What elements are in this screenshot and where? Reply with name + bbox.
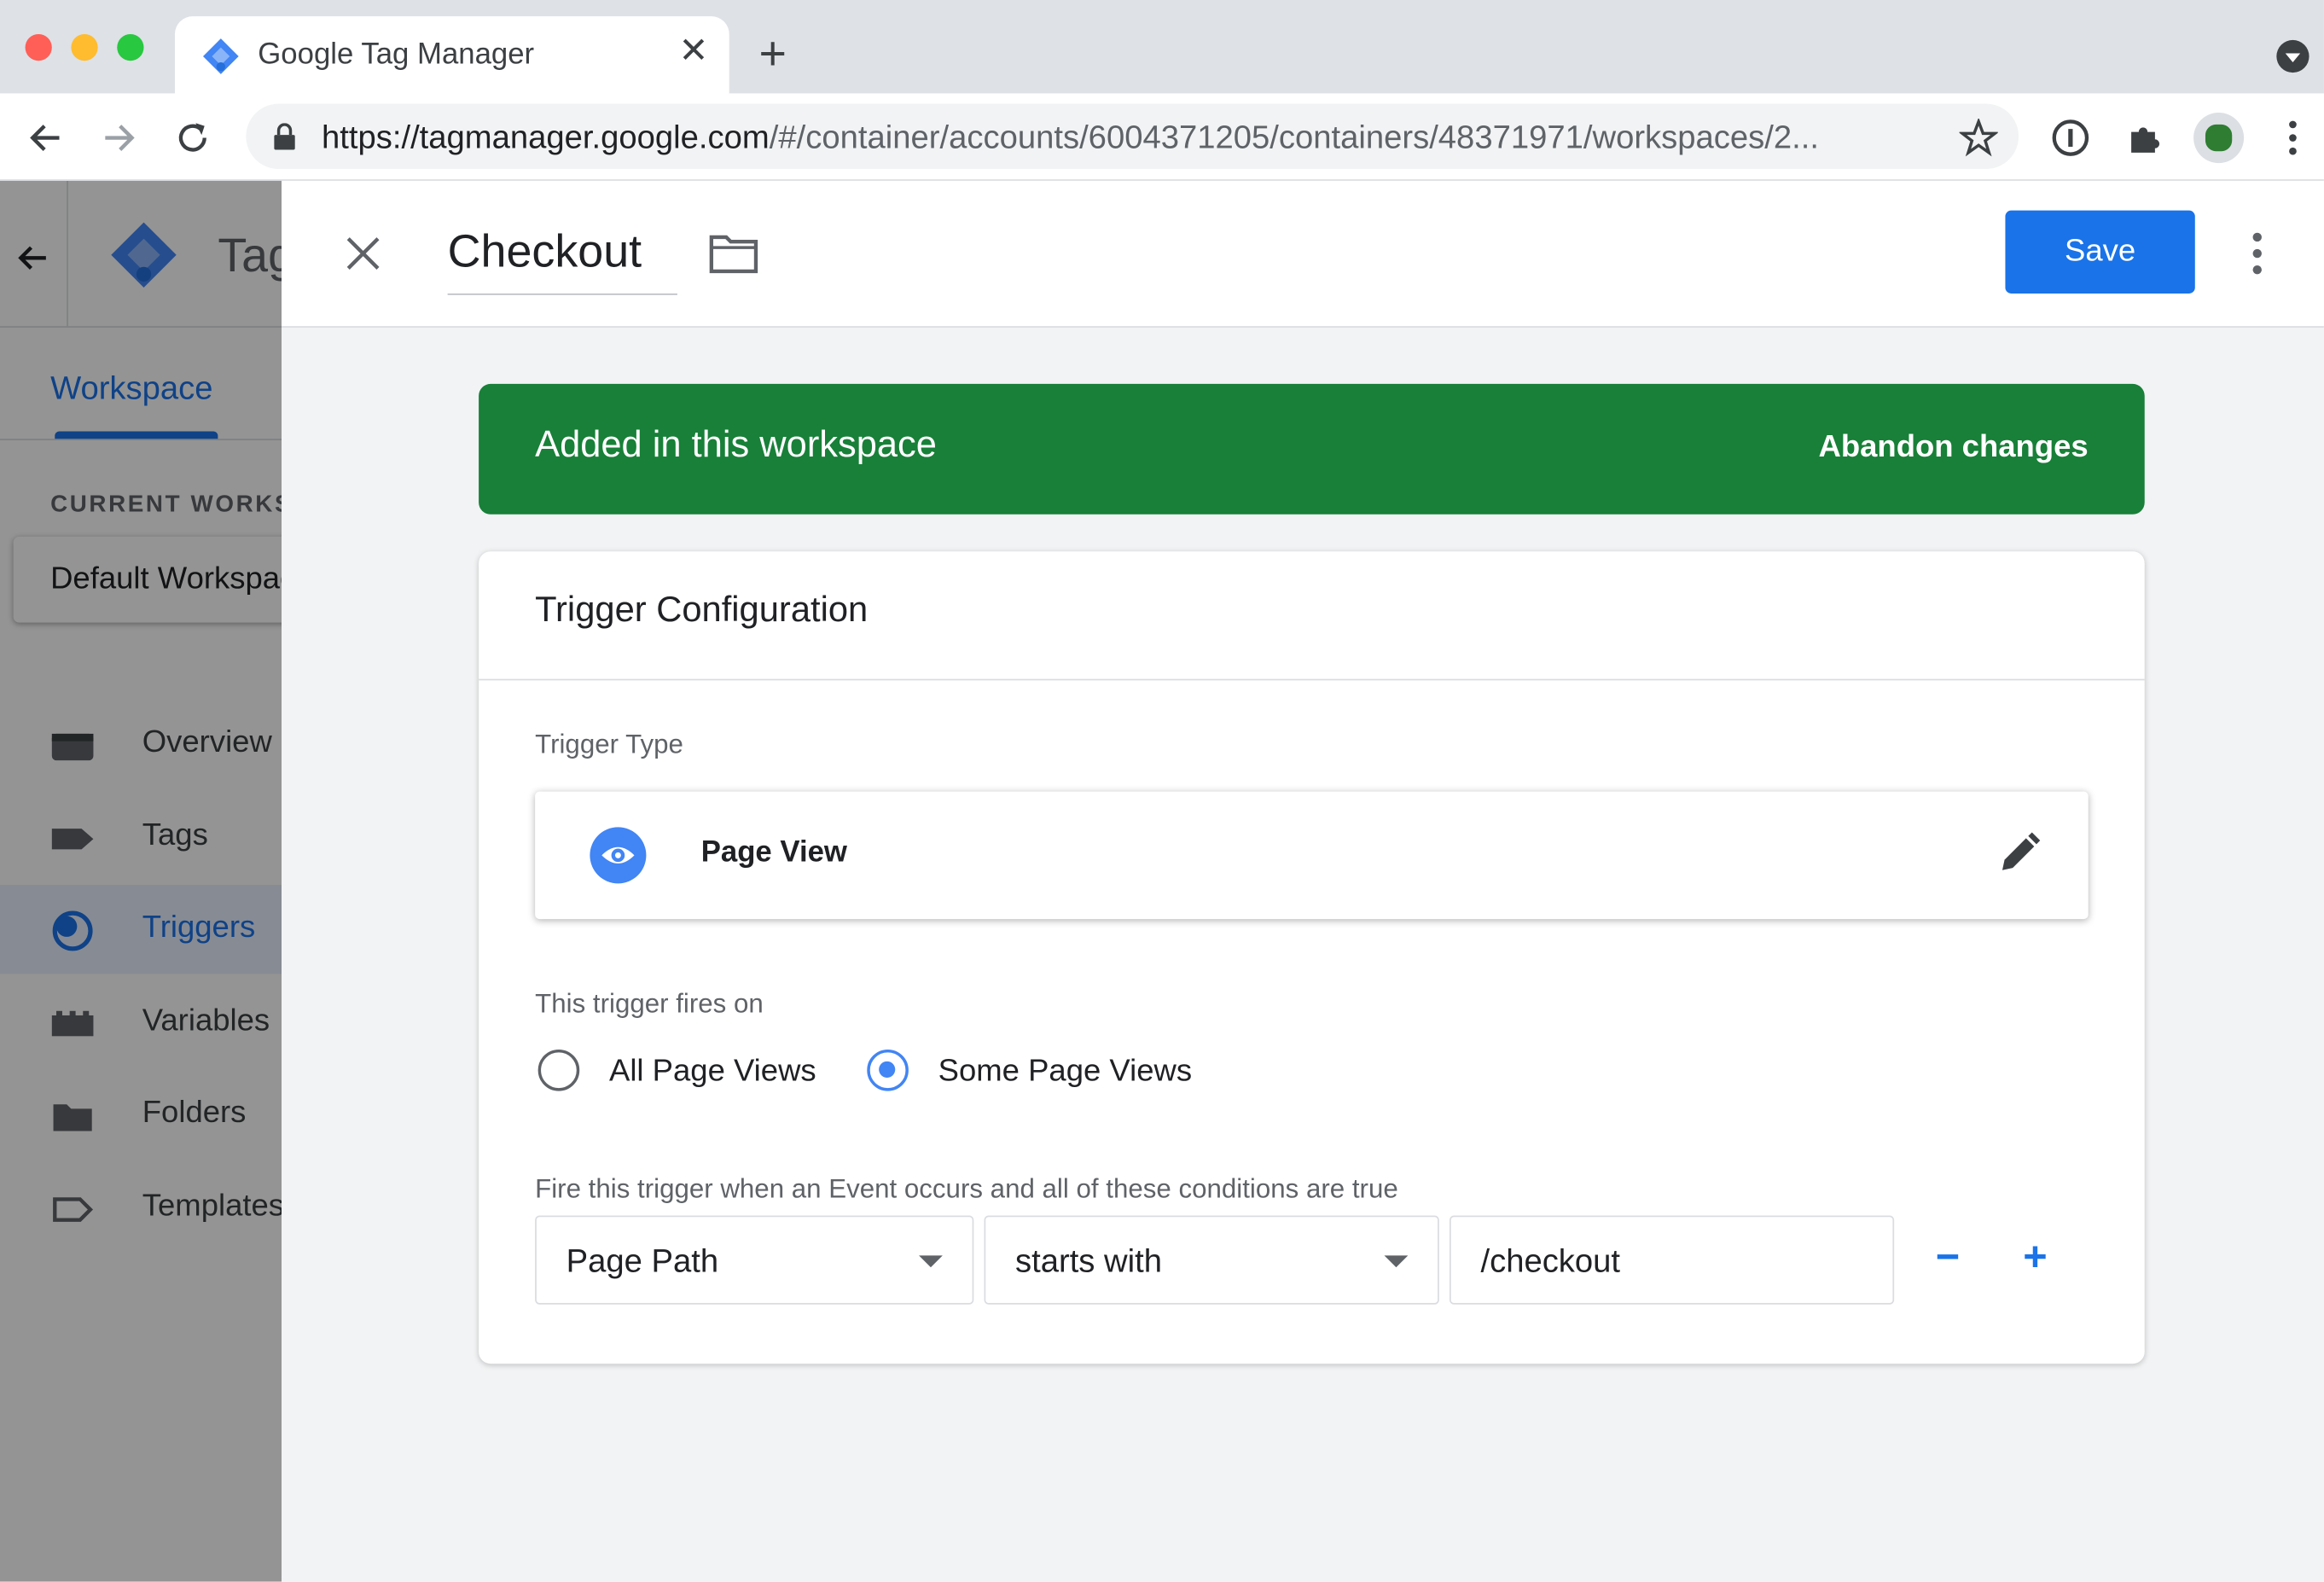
minimize-window-button[interactable] (71, 33, 98, 61)
variable-select[interactable]: Page Path (535, 1215, 974, 1305)
maximize-window-button[interactable] (117, 33, 144, 61)
edit-pencil-icon[interactable] (1995, 830, 2042, 878)
profile-avatar-icon (2205, 124, 2233, 152)
trigger-name-field[interactable]: Checkout (447, 225, 677, 295)
operator-select[interactable]: starts with (984, 1215, 1439, 1305)
bookmark-star-icon[interactable] (1959, 118, 1998, 157)
operator-select-value: starts with (1014, 1242, 1163, 1280)
trigger-type-selector[interactable]: Page View (535, 791, 2089, 920)
chevron-down-icon (919, 1255, 943, 1268)
address-bar[interactable]: https://tagmanager.google.com/#/containe… (246, 103, 2019, 170)
password-manager-icon[interactable] (2051, 119, 2089, 157)
modal-scrim[interactable] (0, 180, 282, 1582)
extensions-puzzle-icon[interactable] (2125, 119, 2164, 157)
close-icon[interactable] (341, 231, 386, 276)
condition-label: Fire this trigger when an Event occurs a… (535, 1173, 1398, 1204)
lock-icon (274, 123, 295, 150)
gtm-favicon-icon (202, 38, 239, 74)
add-condition-button[interactable]: + (2023, 1236, 2047, 1278)
more-options-icon[interactable] (2250, 231, 2264, 276)
trigger-type-label: Trigger Type (535, 729, 683, 759)
new-tab-button[interactable]: + (758, 30, 786, 78)
status-banner: Added in this workspace Abandon changes (479, 383, 2145, 515)
browser-toolbar: https://tagmanager.google.com/#/containe… (0, 93, 2324, 181)
folder-icon[interactable] (708, 231, 758, 276)
condition-value: /checkout (1480, 1242, 1621, 1280)
tab-close-icon[interactable]: ✕ (678, 33, 708, 70)
fires-on-label: This trigger fires on (535, 988, 764, 1019)
tab-title: Google Tag Manager (258, 38, 535, 72)
back-arrow-icon[interactable] (26, 119, 65, 157)
trigger-editor-panel: Checkout Save Added in this workspace Ab… (282, 180, 2324, 1582)
chevron-down-icon (1384, 1255, 1409, 1268)
browser-tab[interactable]: Google Tag Manager ✕ (174, 16, 729, 94)
abandon-changes-button[interactable]: Abandon changes (1818, 430, 2088, 466)
condition-value-input[interactable]: /checkout (1449, 1215, 1895, 1305)
reload-icon[interactable] (173, 119, 212, 157)
close-window-button[interactable] (25, 33, 52, 61)
browser-tab-bar: Google Tag Manager ✕ + (0, 0, 2324, 94)
tab-search-icon[interactable] (2275, 38, 2311, 74)
page-view-eye-icon (590, 827, 647, 884)
radio-label: Some Page Views (938, 1054, 1193, 1089)
radio-button[interactable] (867, 1049, 909, 1091)
card-divider (479, 678, 2145, 681)
trigger-type-name: Page View (700, 835, 847, 869)
trigger-configuration-card: Trigger Configuration Trigger Type Page … (479, 551, 2145, 1364)
forward-arrow-icon[interactable] (99, 119, 137, 157)
remove-condition-button[interactable]: − (1936, 1236, 1960, 1278)
editor-header: Checkout Save (282, 180, 2324, 328)
banner-text: Added in this workspace (535, 423, 937, 466)
radio-button[interactable] (537, 1049, 580, 1091)
save-button[interactable]: Save (2005, 210, 2195, 294)
radio-label: All Page Views (608, 1054, 816, 1089)
variable-select-value: Page Path (566, 1242, 719, 1280)
url-text: https://tagmanager.google.com/#/containe… (321, 118, 1820, 156)
card-title: Trigger Configuration (535, 590, 869, 631)
browser-menu-icon[interactable] (2275, 119, 2311, 157)
